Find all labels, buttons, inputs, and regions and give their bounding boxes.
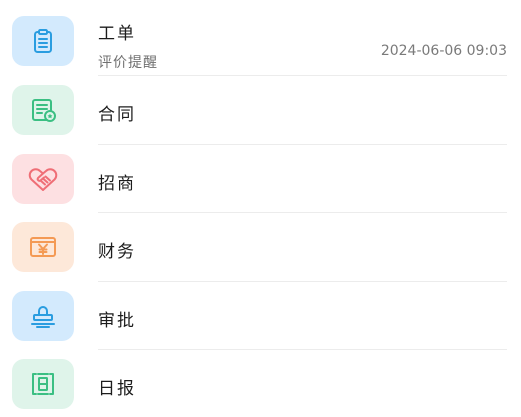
handshake-icon-tile — [12, 154, 74, 204]
contract-icon — [32, 99, 56, 122]
finance-title: 财务 — [98, 242, 136, 262]
daily-report-icon — [32, 373, 54, 395]
stamp-icon-tile — [12, 291, 74, 341]
stamp-icon — [31, 306, 55, 328]
list-item-investment[interactable]: 招商 — [0, 145, 521, 213]
list-item-finance[interactable]: 财务 — [0, 213, 521, 281]
module-list: 工单 评价提醒 2024-06-06 09:03 合同 招商 财务 审批 日报 — [0, 0, 521, 417]
approval-title: 审批 — [98, 311, 136, 331]
list-item-approval[interactable]: 审批 — [0, 282, 521, 350]
list-item-contract[interactable]: 合同 — [0, 76, 521, 144]
handshake-icon — [28, 168, 58, 191]
work-order-subtitle: 评价提醒 — [98, 55, 158, 71]
investment-title: 招商 — [98, 174, 136, 194]
work-order-title: 工单 — [98, 24, 136, 44]
yuan-icon-tile — [12, 222, 74, 272]
list-item-work-order[interactable]: 工单 评价提醒 2024-06-06 09:03 — [0, 7, 521, 75]
list-item-daily-report[interactable]: 日报 — [0, 350, 521, 417]
daily-report-icon-tile — [12, 359, 74, 409]
daily-report-title: 日报 — [98, 379, 136, 399]
yuan-icon — [30, 237, 56, 257]
clipboard-icon-tile — [12, 16, 74, 66]
work-order-time: 2024-06-06 09:03 — [380, 43, 507, 59]
contract-icon-tile — [12, 85, 74, 135]
clipboard-icon — [34, 29, 52, 53]
contract-title: 合同 — [98, 105, 136, 125]
